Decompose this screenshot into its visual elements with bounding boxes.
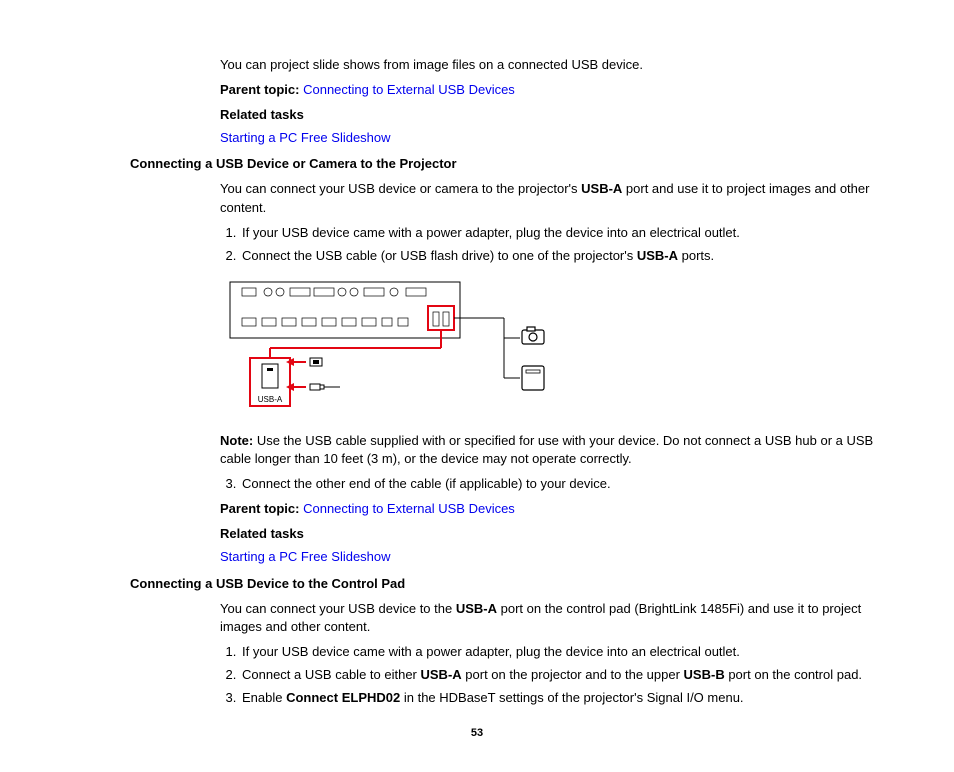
related-tasks-link[interactable]: Starting a PC Free Slideshow (220, 130, 391, 145)
section1-note: Note: Use the USB cable supplied with or… (220, 432, 894, 470)
related-tasks-label-2: Related tasks (220, 525, 894, 544)
related-tasks-label: Related tasks (220, 106, 894, 125)
section2-intro: You can connect your USB device to the U… (220, 600, 894, 638)
section-heading-control-pad: Connecting a USB Device to the Control P… (130, 575, 894, 594)
section2-step-3: Enable Connect ELPHD02 in the HDBaseT se… (240, 689, 894, 708)
section1-step-3: Connect the other end of the cable (if a… (240, 475, 894, 494)
usb-cable-icon (310, 384, 340, 390)
related-tasks-link-2[interactable]: Starting a PC Free Slideshow (220, 549, 391, 564)
page-number: 53 (60, 726, 894, 742)
usb-flash-drive-icon (310, 358, 322, 366)
external-drive-icon (522, 366, 544, 390)
diagram-usb-a-label: USB-A (258, 395, 283, 404)
section2-step-2: Connect a USB cable to either USB-A port… (240, 666, 894, 685)
section1-step-1: If your USB device came with a power ada… (240, 224, 894, 243)
parent-topic-line-2: Parent topic: Connecting to External USB… (220, 500, 894, 519)
section2-step-1: If your USB device came with a power ada… (240, 643, 894, 662)
parent-topic-link-2[interactable]: Connecting to External USB Devices (303, 501, 515, 516)
section-heading-usb-device-camera: Connecting a USB Device or Camera to the… (130, 155, 894, 174)
intro-paragraph: You can project slide shows from image f… (220, 56, 894, 75)
parent-topic-link[interactable]: Connecting to External USB Devices (303, 82, 515, 97)
parent-topic-label: Parent topic: (220, 82, 299, 97)
parent-topic-line: Parent topic: Connecting to External USB… (220, 81, 894, 100)
connection-diagram: USB-A (220, 278, 894, 418)
section1-step-2: Connect the USB cable (or USB flash driv… (240, 247, 894, 266)
section1-intro: You can connect your USB device or camer… (220, 180, 894, 218)
camera-icon (522, 327, 544, 344)
